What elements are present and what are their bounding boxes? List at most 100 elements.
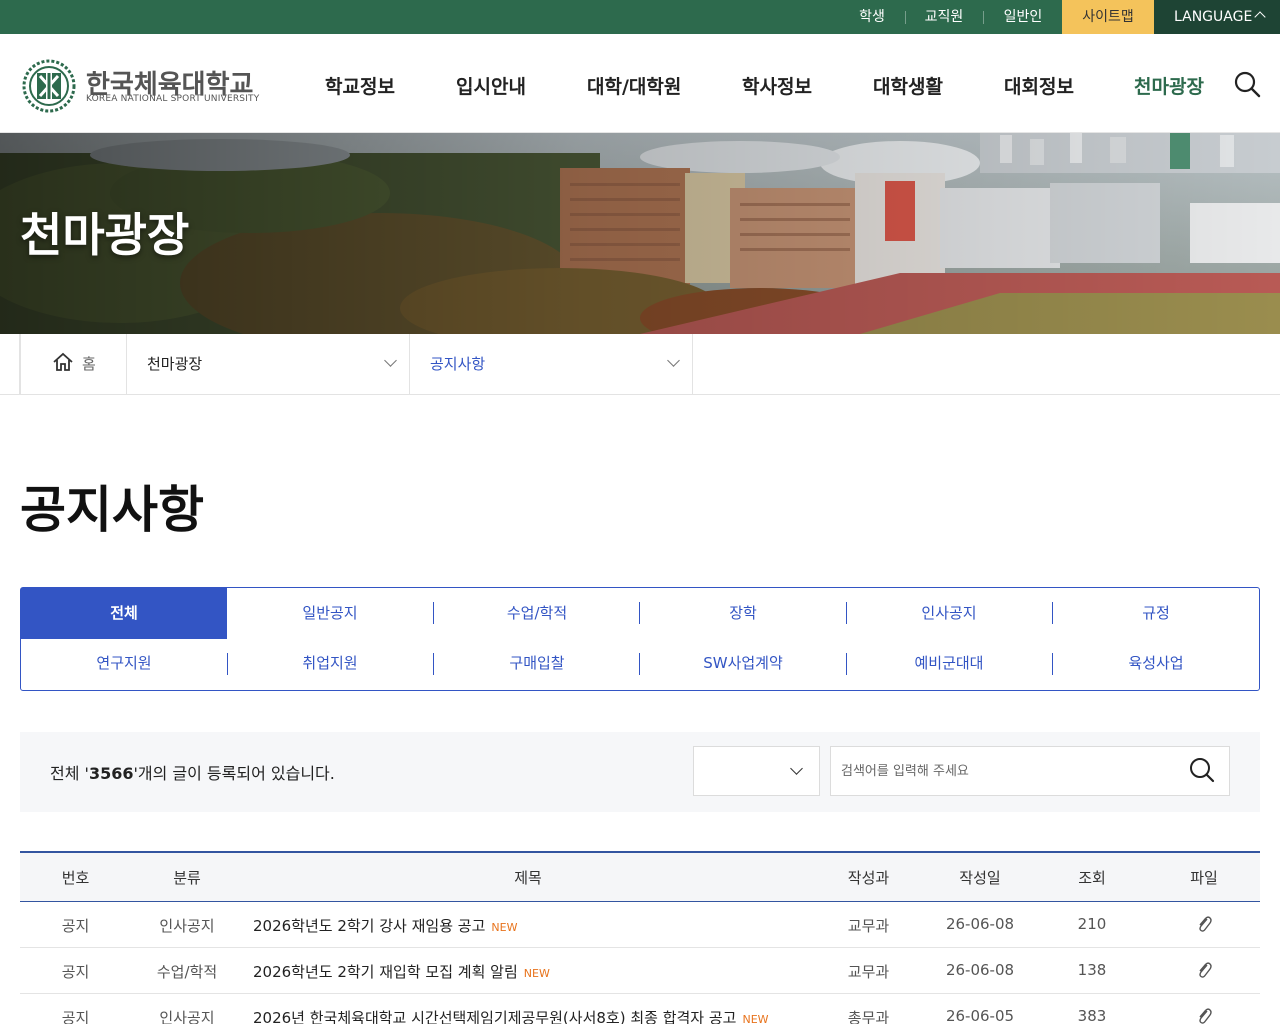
site-header: 한국체육대학교 KOREA NATIONAL SPORT UNIVERSITY … — [0, 34, 1280, 133]
tab-reserve-forces[interactable]: 예비군대대 — [846, 638, 1052, 689]
tab-personnel[interactable]: 인사공지 — [846, 588, 1052, 639]
breadcrumb-level2-label: 공지사항 — [430, 355, 486, 373]
home-icon — [53, 352, 73, 371]
nav-campus-life[interactable]: 대학생활 — [873, 72, 943, 99]
row-category: 인사공지 — [159, 917, 215, 935]
tab-general[interactable]: 일반공지 — [227, 588, 433, 639]
row-dept: 교무과 — [847, 917, 890, 935]
tab-sw-contract[interactable]: SW사업계약 — [640, 638, 846, 689]
row-number: 공지 — [61, 963, 90, 981]
column-header-title: 제목 — [514, 869, 542, 887]
tab-divider — [639, 602, 640, 624]
breadcrumb-level2-dropdown[interactable]: 공지사항 — [410, 334, 693, 394]
breadcrumb-level1-dropdown[interactable]: 천마광장 — [127, 334, 410, 394]
row-date: 26-06-08 — [945, 961, 1015, 979]
util-link-staff[interactable]: 교직원 — [906, 0, 982, 34]
post-count-value: 3566 — [88, 764, 134, 783]
breadcrumb: 홈 천마광장 공지사항 — [0, 334, 1280, 395]
tab-divider — [433, 653, 434, 675]
row-category: 수업/학적 — [156, 963, 218, 981]
sitemap-button[interactable]: 사이트맵 — [1062, 0, 1154, 34]
row-category: 인사공지 — [159, 1009, 215, 1024]
post-count-prefix: 전체 ' — [50, 764, 89, 783]
table-row[interactable]: 공지 인사공지 2026학년도 2학기 강사 재임용 공고 NEW 교무과 26-… — [20, 902, 1260, 948]
nav-admissions[interactable]: 입시안내 — [456, 72, 526, 99]
row-views: 210 — [1077, 915, 1107, 933]
hero-banner: 천마광장 — [0, 133, 1280, 334]
nav-colleges[interactable]: 대학/대학원 — [587, 72, 681, 99]
utility-bar: 학생 교직원 일반인 사이트맵 LANGUAGE — [0, 0, 1280, 34]
chevron-down-icon — [790, 762, 803, 775]
chevron-down-icon — [667, 354, 680, 367]
row-number: 공지 — [61, 1009, 90, 1024]
tab-divider — [1052, 653, 1053, 675]
tab-all[interactable]: 전체 — [21, 588, 227, 639]
row-title-link[interactable]: 2026학년도 2학기 재입학 모집 계획 알림 NEW — [253, 961, 550, 982]
column-header-date: 작성일 — [959, 869, 1001, 887]
notice-table: 번호 분류 제목 작성과 작성일 조회 파일 공지 인사공지 2026학년도 2… — [20, 851, 1260, 1024]
util-link-student[interactable]: 학생 — [840, 0, 904, 34]
tab-divider — [433, 602, 434, 624]
tab-procurement[interactable]: 구매입찰 — [434, 638, 640, 689]
breadcrumb-home[interactable]: 홈 — [20, 334, 127, 394]
tab-regulations[interactable]: 규정 — [1053, 588, 1259, 639]
tab-classes-records[interactable]: 수업/학적 — [434, 588, 640, 639]
nav-school-info[interactable]: 학교정보 — [325, 72, 395, 99]
row-views: 138 — [1077, 961, 1107, 979]
language-button[interactable]: LANGUAGE — [1154, 0, 1280, 34]
paperclip-icon[interactable] — [1196, 1007, 1212, 1024]
row-date: 26-06-05 — [945, 1007, 1015, 1024]
campus-aerial-image — [0, 133, 1280, 334]
tab-divider — [846, 602, 847, 624]
util-link-public[interactable]: 일반인 — [984, 0, 1062, 34]
paperclip-icon[interactable] — [1196, 915, 1212, 933]
chevron-down-icon — [384, 354, 397, 367]
chevron-up-icon — [1254, 11, 1266, 23]
university-emblem-icon[interactable] — [22, 59, 76, 113]
page-title: 공지사항 — [20, 481, 204, 539]
nav-cheonma-plaza[interactable]: 천마광장 — [1134, 72, 1204, 99]
row-title-link[interactable]: 2026학년도 2학기 강사 재임용 공고 NEW — [253, 915, 517, 936]
table-header: 번호 분류 제목 작성과 작성일 조회 파일 — [20, 851, 1260, 902]
row-dept: 교무과 — [847, 963, 890, 981]
row-number: 공지 — [61, 917, 90, 935]
post-count-suffix: '개의 글이 등록되어 있습니다. — [133, 764, 335, 783]
column-header-file: 파일 — [1190, 869, 1218, 887]
row-dept: 총무과 — [847, 1009, 890, 1024]
search-input[interactable] — [830, 746, 1230, 796]
breadcrumb-home-label: 홈 — [82, 355, 96, 373]
search-field-select[interactable] — [693, 746, 820, 796]
tab-divider — [846, 653, 847, 675]
row-date: 26-06-08 — [945, 915, 1015, 933]
tab-research[interactable]: 연구지원 — [21, 638, 227, 689]
row-title-link[interactable]: 2026년 한국체육대학교 시간선택제임기제공무원(사서8호) 최종 합격자 공… — [253, 1007, 769, 1024]
tab-divider — [1052, 602, 1053, 624]
row-views: 383 — [1077, 1007, 1107, 1024]
logo-english-name: KOREA NATIONAL SPORT UNIVERSITY — [86, 94, 260, 104]
table-row[interactable]: 공지 수업/학적 2026학년도 2학기 재입학 모집 계획 알림 NEW 교무과… — [20, 948, 1260, 994]
column-header-number: 번호 — [61, 869, 90, 887]
hero-title: 천마광장 — [20, 208, 190, 262]
search-icon[interactable] — [1188, 756, 1216, 784]
row-title: 2026학년도 2학기 강사 재임용 공고 — [253, 917, 486, 935]
row-title: 2026년 한국체육대학교 시간선택제임기제공무원(사서8호) 최종 합격자 공… — [253, 1009, 737, 1024]
column-header-dept: 작성과 — [847, 869, 890, 887]
row-title: 2026학년도 2학기 재입학 모집 계획 알림 — [253, 963, 518, 981]
board-search-bar: 전체 '3566'개의 글이 등록되어 있습니다. — [20, 732, 1260, 812]
new-badge: NEW — [523, 967, 550, 980]
tab-divider — [227, 653, 228, 675]
tab-employment[interactable]: 취업지원 — [227, 638, 433, 689]
category-tabs: 전체 일반공지 수업/학적 장학 인사공지 규정 연구지원 취업지원 구매입찰 … — [20, 587, 1260, 691]
table-row[interactable]: 공지 인사공지 2026년 한국체육대학교 시간선택제임기제공무원(사서8호) … — [20, 994, 1260, 1024]
tab-scholarship[interactable]: 장학 — [640, 588, 846, 639]
search-icon[interactable] — [1233, 70, 1261, 98]
new-badge: NEW — [491, 921, 518, 934]
paperclip-icon[interactable] — [1196, 961, 1212, 979]
tab-development[interactable]: 육성사업 — [1053, 638, 1259, 689]
nav-competitions[interactable]: 대회정보 — [1004, 72, 1074, 99]
column-header-views: 조회 — [1078, 869, 1106, 887]
nav-academics[interactable]: 학사정보 — [742, 72, 812, 99]
tab-divider — [639, 653, 640, 675]
post-count: 전체 '3566'개의 글이 등록되어 있습니다. — [50, 760, 335, 784]
column-header-category: 분류 — [173, 869, 201, 887]
